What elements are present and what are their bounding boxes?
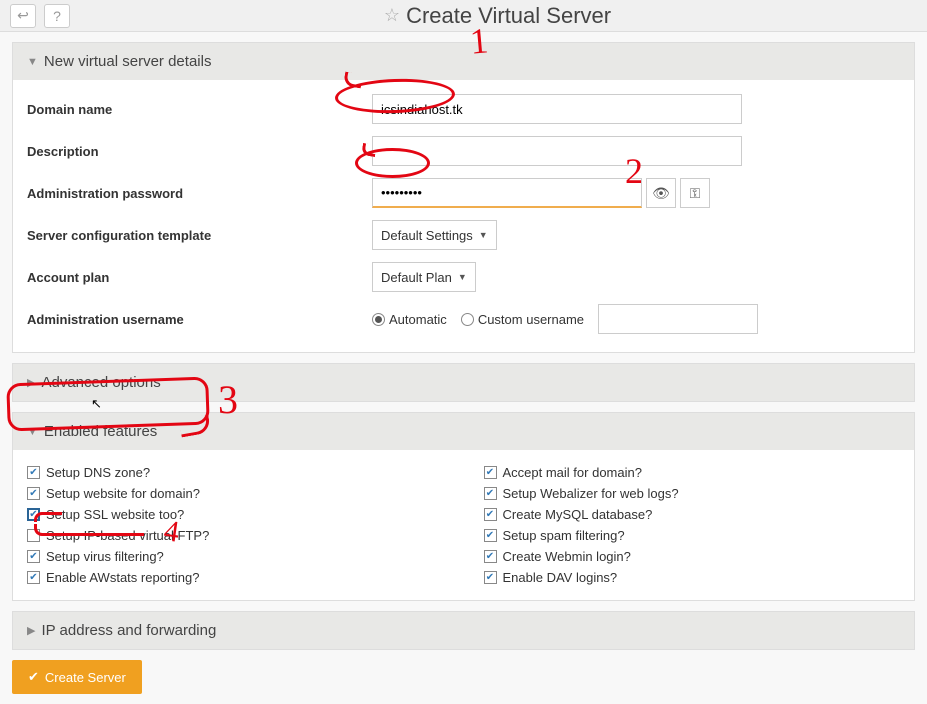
back-button[interactable]: ↩ — [10, 4, 36, 28]
checkbox-icon — [27, 508, 40, 521]
checkbox-icon — [484, 571, 497, 584]
checkbox-icon — [484, 466, 497, 479]
panel-header-features[interactable]: ▼ Enabled features — [13, 413, 914, 450]
password-input[interactable] — [372, 178, 642, 208]
panel-header-advanced[interactable]: ▶ Advanced options — [13, 364, 914, 401]
template-select[interactable]: Default Settings ▼ — [372, 220, 497, 250]
panel-header-details[interactable]: ▼ New virtual server details — [13, 43, 914, 80]
feature-item[interactable]: Create Webmin login? — [484, 546, 901, 567]
key-icon: ⚿ — [690, 185, 701, 202]
radio-custom[interactable]: Custom username — [461, 312, 584, 327]
feature-item[interactable]: Setup IP-based virtual FTP? — [27, 525, 444, 546]
description-input[interactable] — [372, 136, 742, 166]
checkbox-icon — [484, 529, 497, 542]
feature-item[interactable]: Accept mail for domain? — [484, 462, 901, 483]
caret-right-icon: ▶ — [27, 376, 35, 389]
feature-item[interactable]: Setup virus filtering? — [27, 546, 444, 567]
create-server-button[interactable]: ✔ Create Server — [12, 660, 142, 694]
check-circle-icon: ✔ — [28, 669, 39, 685]
checkbox-icon — [484, 487, 497, 500]
plan-select[interactable]: Default Plan ▼ — [372, 262, 476, 292]
username-label: Administration username — [27, 312, 372, 327]
feature-label: Setup SSL website too? — [46, 507, 184, 522]
feature-label: Enable DAV logins? — [503, 570, 618, 585]
feature-label: Create Webmin login? — [503, 549, 631, 564]
feature-label: Create MySQL database? — [503, 507, 653, 522]
panel-header-ip[interactable]: ▶ IP address and forwarding — [13, 612, 914, 649]
checkbox-icon — [27, 529, 40, 542]
feature-label: Setup DNS zone? — [46, 465, 150, 480]
panel-title-details: New virtual server details — [44, 53, 212, 70]
create-server-label: Create Server — [45, 670, 126, 685]
panel-ip: ▶ IP address and forwarding — [12, 611, 915, 650]
checkbox-icon — [484, 550, 497, 563]
panel-title-advanced: Advanced options — [41, 374, 160, 391]
domain-name-input[interactable] — [372, 94, 742, 124]
panel-title-features: Enabled features — [44, 423, 157, 440]
radio-icon — [372, 313, 385, 326]
checkbox-icon — [27, 571, 40, 584]
checkbox-icon — [27, 466, 40, 479]
feature-label: Setup spam filtering? — [503, 528, 625, 543]
plan-value: Default Plan — [381, 270, 452, 285]
panel-advanced: ▶ Advanced options — [12, 363, 915, 402]
feature-item[interactable]: Enable AWstats reporting? — [27, 567, 444, 588]
checkbox-icon — [27, 487, 40, 500]
feature-item[interactable]: Create MySQL database? — [484, 504, 901, 525]
feature-item[interactable]: Setup spam filtering? — [484, 525, 901, 546]
plan-label: Account plan — [27, 270, 372, 285]
feature-item[interactable]: Setup website for domain? — [27, 483, 444, 504]
panel-server-details: ▼ New virtual server details Domain name… — [12, 42, 915, 353]
feature-item[interactable]: Enable DAV logins? — [484, 567, 901, 588]
radio-icon — [461, 313, 474, 326]
feature-label: Setup Webalizer for web logs? — [503, 486, 679, 501]
feature-item[interactable]: Setup SSL website too? — [27, 504, 444, 525]
caret-down-icon: ▼ — [27, 426, 38, 438]
description-label: Description — [27, 144, 372, 159]
feature-label: Setup IP-based virtual FTP? — [46, 528, 209, 543]
custom-username-input[interactable] — [598, 304, 758, 334]
eye-icon: 👁 — [652, 185, 670, 202]
favorite-star-icon[interactable]: ☆ — [384, 5, 400, 26]
checkbox-icon — [27, 550, 40, 563]
domain-name-label: Domain name — [27, 102, 372, 117]
panel-title-ip: IP address and forwarding — [41, 622, 216, 639]
feature-label: Setup virus filtering? — [46, 549, 164, 564]
checkbox-icon — [484, 508, 497, 521]
radio-automatic-label: Automatic — [389, 312, 447, 327]
password-label: Administration password — [27, 186, 372, 201]
template-label: Server configuration template — [27, 228, 372, 243]
generate-password-button[interactable]: ⚿ — [680, 178, 710, 208]
feature-label: Enable AWstats reporting? — [46, 570, 199, 585]
show-password-button[interactable]: 👁 — [646, 178, 676, 208]
radio-custom-label: Custom username — [478, 312, 584, 327]
radio-automatic[interactable]: Automatic — [372, 312, 447, 327]
feature-item[interactable]: Setup Webalizer for web logs? — [484, 483, 901, 504]
feature-item[interactable]: Setup DNS zone? — [27, 462, 444, 483]
panel-features: ▼ Enabled features Setup DNS zone? Setup … — [12, 412, 915, 601]
caret-down-icon: ▼ — [458, 272, 467, 282]
caret-down-icon: ▼ — [479, 230, 488, 240]
feature-label: Setup website for domain? — [46, 486, 200, 501]
help-button[interactable]: ? — [44, 4, 70, 28]
feature-label: Accept mail for domain? — [503, 465, 642, 480]
caret-right-icon: ▶ — [27, 624, 35, 637]
caret-down-icon: ▼ — [27, 56, 38, 68]
template-value: Default Settings — [381, 228, 473, 243]
page-title: Create Virtual Server — [406, 3, 611, 29]
